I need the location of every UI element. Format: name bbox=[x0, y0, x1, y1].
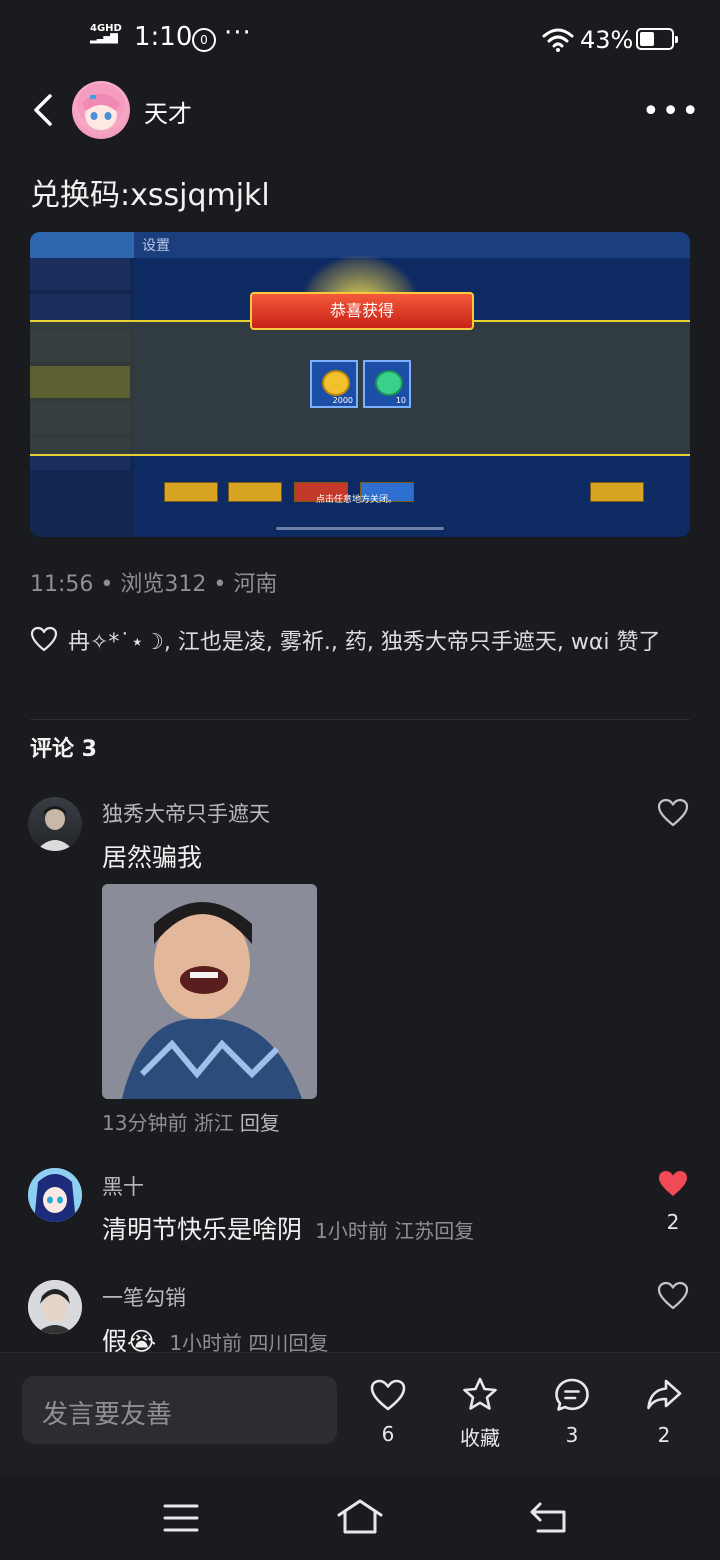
divider bbox=[30, 719, 690, 720]
share-arrow-icon bbox=[647, 1379, 682, 1410]
comment-author[interactable]: 一笔勾销 bbox=[102, 1282, 186, 1312]
comments-title: 评论 3 bbox=[30, 737, 97, 762]
network-indicator: 4GHD ▂▃▅▇ bbox=[90, 23, 122, 44]
green-gem-icon bbox=[375, 370, 403, 396]
reply-link[interactable]: 回复 bbox=[240, 1111, 280, 1135]
reply-link[interactable]: 回复 bbox=[434, 1219, 474, 1243]
comment-text: 居然骗我 bbox=[102, 843, 203, 872]
heart-outline-icon bbox=[370, 1379, 406, 1411]
comment-avatar[interactable] bbox=[28, 797, 82, 851]
menu-icon[interactable] bbox=[162, 1500, 200, 1536]
status-bar: 4GHD ▂▃▅▇ 1:10 0 ··· 43% bbox=[0, 0, 720, 80]
image-button bbox=[590, 482, 644, 502]
comment-meta: 1小时前 江苏 bbox=[315, 1219, 435, 1243]
like-button[interactable]: 6 bbox=[353, 1378, 423, 1446]
comment-author[interactable]: 独秀大帝只手遮天 bbox=[102, 798, 270, 828]
image-back-button bbox=[30, 232, 134, 258]
comment-input[interactable]: 发言要友善 bbox=[22, 1376, 337, 1444]
likes-line: 冉✧*˙⋆☽, 江也是凌, 雾祈., 药, 独秀大帝只手遮天, wαi 赞了 bbox=[30, 626, 700, 659]
comment-meta: 13分钟前 浙江 回复 bbox=[102, 1111, 280, 1135]
image-reward-overlay bbox=[30, 320, 690, 456]
comment-avatar[interactable] bbox=[28, 1280, 82, 1334]
more-horizontal-icon[interactable]: ••• bbox=[642, 94, 701, 129]
comment-like-count: 2 bbox=[666, 1210, 680, 1234]
wifi-icon bbox=[542, 28, 574, 52]
image-title: 设置 bbox=[142, 238, 170, 254]
status-more-icon: ··· bbox=[224, 18, 252, 48]
image-button bbox=[228, 482, 282, 502]
image-home-indicator bbox=[276, 527, 444, 530]
star-icon bbox=[463, 1377, 497, 1410]
heart-outline-icon bbox=[30, 626, 58, 652]
heart-outline-icon[interactable] bbox=[657, 798, 689, 828]
comment-text: 清明节快乐是啥阴 bbox=[102, 1215, 303, 1244]
vpn-icon: 0 bbox=[192, 28, 216, 52]
battery-icon bbox=[636, 28, 678, 50]
image-reward-item: 10 bbox=[363, 360, 411, 408]
author-name[interactable]: 天才 bbox=[144, 94, 192, 129]
back-nav-icon[interactable] bbox=[528, 1500, 568, 1536]
comment-author[interactable]: 黑十 bbox=[102, 1171, 144, 1201]
gold-coin-icon bbox=[322, 370, 350, 396]
share-button[interactable]: 2 bbox=[629, 1377, 699, 1447]
post-text: 兑换码:xssjqmjkl bbox=[30, 178, 270, 213]
image-reward-item: 2000 bbox=[310, 360, 358, 408]
heart-outline-icon[interactable] bbox=[657, 1281, 689, 1311]
image-close-hint: 点击任意地方关闭。 bbox=[316, 495, 398, 505]
post-meta: 11:56 • 浏览312 • 河南 bbox=[30, 572, 278, 597]
author-avatar[interactable] bbox=[72, 81, 130, 139]
likes-text: 冉✧*˙⋆☽, 江也是凌, 雾祈., 药, 独秀大帝只手遮天, wαi 赞了 bbox=[68, 630, 661, 655]
comment-line: 清明节快乐是啥阴 1小时前 江苏回复 bbox=[102, 1210, 474, 1246]
back-arrow-icon[interactable] bbox=[28, 90, 64, 130]
image-banner: 恭喜获得 bbox=[250, 292, 474, 330]
post-image[interactable]: 设置 恭喜获得 2000 10 点击任意地方关闭。 bbox=[30, 232, 690, 537]
comment-bubble-icon bbox=[555, 1378, 589, 1411]
status-time: 1:10 bbox=[134, 22, 193, 52]
comment-avatar[interactable] bbox=[28, 1168, 82, 1222]
comment-button[interactable]: 3 bbox=[537, 1377, 607, 1447]
image-button bbox=[164, 482, 218, 502]
battery-percent: 43% bbox=[580, 26, 634, 54]
home-icon[interactable] bbox=[336, 1498, 384, 1536]
heart-filled-icon[interactable] bbox=[657, 1169, 689, 1199]
favorite-button[interactable]: 收藏 bbox=[445, 1376, 515, 1451]
comment-image[interactable] bbox=[102, 884, 317, 1099]
